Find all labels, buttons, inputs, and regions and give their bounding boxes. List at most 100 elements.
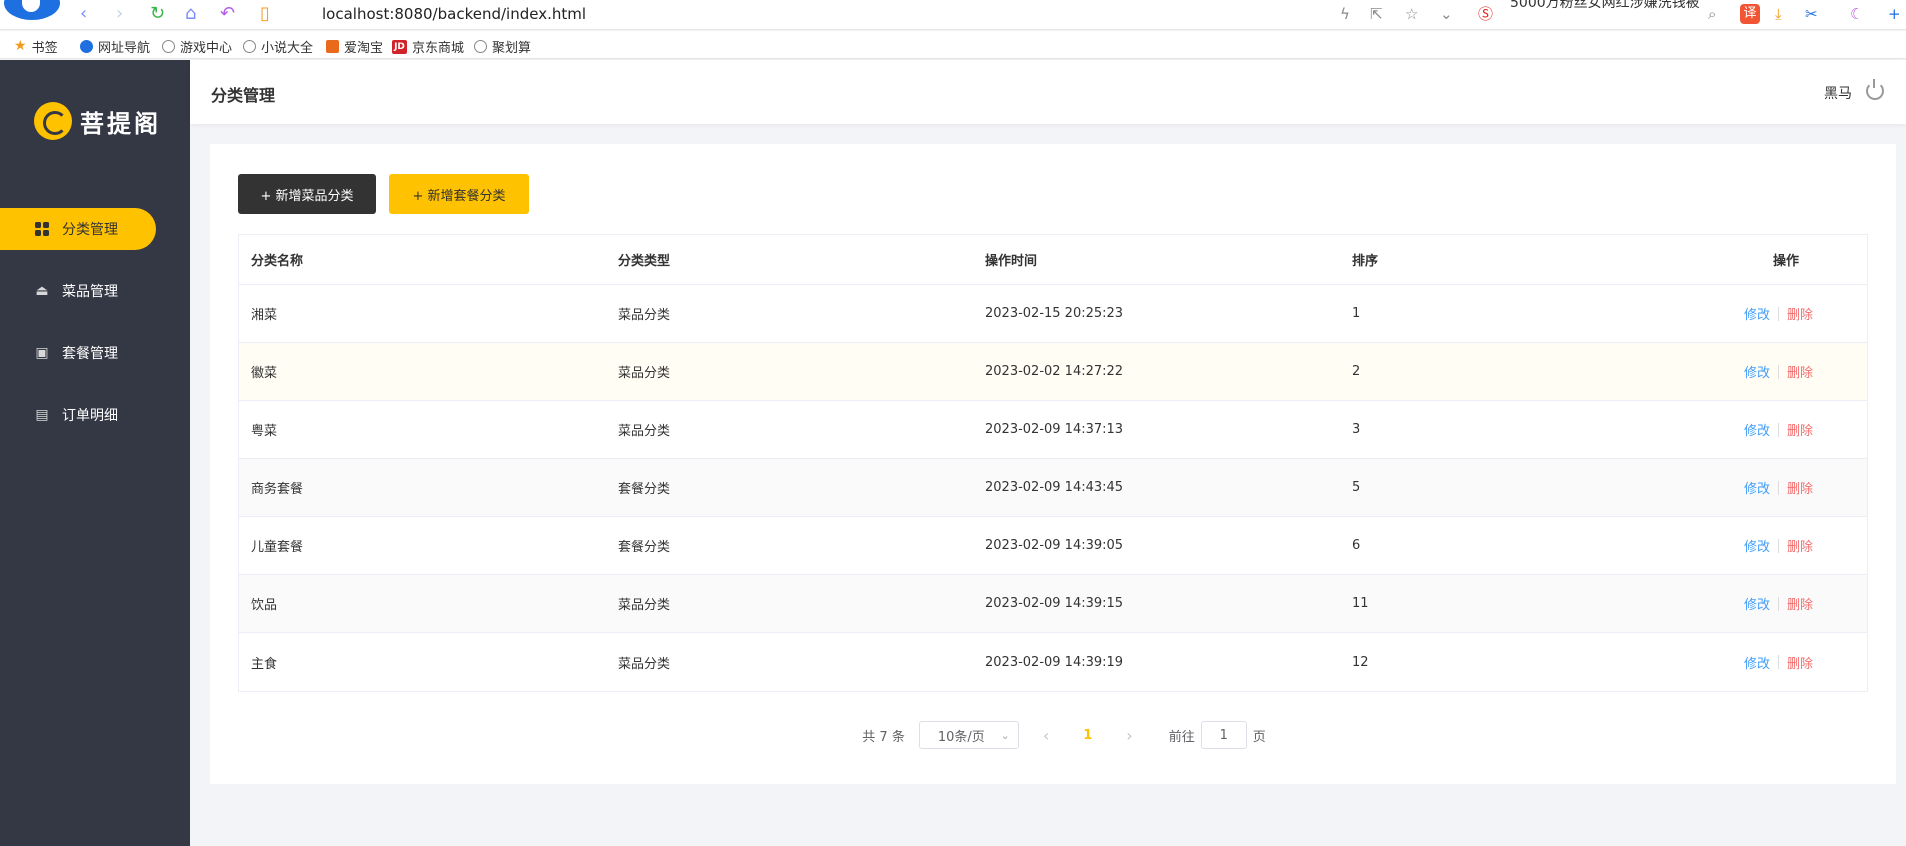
page-size-select[interactable]: 10条/页 ⌄ xyxy=(918,721,1019,749)
table-row: 粤菜 菜品分类 2023-02-09 14:37:13 3 修改 删除 xyxy=(239,401,1867,459)
undo-icon[interactable]: ↶ xyxy=(220,4,235,24)
sidebar-item-orders[interactable]: ▤ 订单明细 xyxy=(0,394,156,436)
refresh-icon[interactable]: ↻ xyxy=(150,4,165,24)
star-icon[interactable]: ☆ xyxy=(1405,5,1418,23)
category-table: 分类名称 分类类型 操作时间 排序 操作 湘菜菜品分类 2023-02-15 20… xyxy=(238,234,1868,692)
delete-link[interactable]: 删除 xyxy=(1787,536,1813,555)
add-dish-category-button[interactable]: + 新增菜品分类 xyxy=(238,174,376,214)
globe-icon xyxy=(474,40,487,53)
table-header: 分类名称 分类类型 操作时间 排序 操作 xyxy=(239,235,1867,285)
clipboard-icon: ▤ xyxy=(35,407,49,423)
globe-icon xyxy=(243,40,256,53)
cell-sort: 6 xyxy=(1352,538,1361,553)
back-icon[interactable]: ‹ xyxy=(80,4,87,24)
edit-link[interactable]: 修改 xyxy=(1744,478,1770,497)
page-number[interactable]: 1 xyxy=(1073,728,1102,743)
translate-icon[interactable]: 译 xyxy=(1740,4,1760,24)
divider xyxy=(1777,538,1779,553)
cell-actions: 修改 删除 xyxy=(1640,420,1867,439)
cell-name: 粤菜 xyxy=(251,424,278,439)
search-hint[interactable]: 5000万粉丝女网红涉嫌洗钱被 xyxy=(1510,0,1700,12)
cell-sort: 2 xyxy=(1352,364,1361,379)
bookmark-item[interactable]: ★ 书签 xyxy=(14,37,58,56)
cell-name: 饮品 xyxy=(251,598,278,613)
divider xyxy=(1777,422,1779,437)
plus-icon[interactable]: + xyxy=(1888,5,1901,23)
cell-name: 徽菜 xyxy=(251,366,278,381)
globe-icon xyxy=(162,40,175,53)
next-page-icon[interactable]: › xyxy=(1116,726,1142,745)
cell-actions: 修改 删除 xyxy=(1640,362,1867,381)
divider xyxy=(1777,596,1779,611)
cell-sort: 12 xyxy=(1352,654,1369,670)
cell-time: 2023-02-15 20:25:23 xyxy=(985,306,1124,321)
delete-link[interactable]: 删除 xyxy=(1787,304,1813,323)
reader-icon[interactable]: ▯ xyxy=(260,4,270,24)
jd-icon: JD xyxy=(392,39,407,54)
edit-link[interactable]: 修改 xyxy=(1744,304,1770,323)
app-header: 分类管理 黑马 xyxy=(190,60,1906,124)
user-name: 黑马 xyxy=(1824,86,1852,102)
cell-name: 湘菜 xyxy=(251,308,278,323)
scissors-icon[interactable]: ✂ xyxy=(1805,5,1818,23)
prev-page-icon[interactable]: ‹ xyxy=(1033,726,1059,745)
add-combo-category-button[interactable]: + 新增套餐分类 xyxy=(389,174,529,214)
bookmark-item[interactable]: JD 京东商城 xyxy=(392,37,464,56)
edit-link[interactable]: 修改 xyxy=(1744,536,1770,555)
page-title: 分类管理 xyxy=(211,86,276,105)
browser-logo-icon xyxy=(4,0,60,20)
edit-link[interactable]: 修改 xyxy=(1744,594,1770,613)
cell-actions: 修改 删除 xyxy=(1640,536,1867,555)
logo-icon xyxy=(34,102,72,140)
delete-link[interactable]: 删除 xyxy=(1787,362,1813,381)
edit-link[interactable]: 修改 xyxy=(1744,653,1770,672)
edit-link[interactable]: 修改 xyxy=(1744,420,1770,439)
delete-link[interactable]: 删除 xyxy=(1787,420,1813,439)
cell-type: 菜品分类 xyxy=(618,656,671,672)
lightning-icon[interactable]: ϟ xyxy=(1340,5,1350,23)
sidebar-item-category[interactable]: 分类管理 xyxy=(0,208,156,250)
bookmark-item[interactable]: 小说大全 xyxy=(243,37,313,56)
divider xyxy=(1777,306,1779,321)
logo-text: 菩提阁 xyxy=(80,109,161,138)
bookmark-item[interactable]: 爱淘宝 xyxy=(326,37,383,56)
cell-name: 商务套餐 xyxy=(251,482,304,497)
cell-time: 2023-02-09 14:39:15 xyxy=(985,596,1124,611)
edit-link[interactable]: 修改 xyxy=(1744,362,1770,381)
cell-sort: 1 xyxy=(1352,306,1361,321)
search-icon[interactable]: ⌕ xyxy=(1708,5,1716,23)
cell-sort: 5 xyxy=(1352,480,1361,495)
cell-time: 2023-02-09 14:43:45 xyxy=(985,480,1124,495)
share-icon[interactable]: ⇱ xyxy=(1370,5,1383,23)
content-card: + 新增菜品分类 + 新增套餐分类 分类名称 分类类型 操作时间 排序 操作 湘… xyxy=(210,144,1896,784)
moon-icon[interactable]: ☾ xyxy=(1850,5,1863,23)
address-bar[interactable]: localhost:8080/backend/index.html xyxy=(322,5,586,23)
cell-actions: 修改 删除 xyxy=(1640,653,1867,672)
chevron-down-icon[interactable]: ⌄ xyxy=(1440,5,1453,23)
home-icon[interactable]: ⌂ xyxy=(185,4,196,24)
cell-time: 2023-02-09 14:37:13 xyxy=(985,422,1124,437)
delete-link[interactable]: 删除 xyxy=(1787,594,1813,613)
goto-page-input[interactable] xyxy=(1200,721,1247,749)
bookmark-item[interactable]: 网址导航 xyxy=(80,37,150,56)
delete-link[interactable]: 删除 xyxy=(1787,478,1813,497)
bookmarks-bar: ★ 书签 网址导航 游戏中心 小说大全 爱淘宝 JD 京东商城 聚划算 xyxy=(0,31,1906,59)
table-row: 主食 菜品分类 2023-02-09 14:39:19 12 修改 删除 xyxy=(239,633,1867,691)
bookmark-item[interactable]: 游戏中心 xyxy=(162,37,232,56)
sidebar-item-dish[interactable]: ⏏ 菜品管理 xyxy=(0,270,156,312)
sogou-search-icon[interactable]: Ⓢ xyxy=(1478,5,1493,23)
bookmark-item[interactable]: 聚划算 xyxy=(474,37,531,56)
delete-link[interactable]: 删除 xyxy=(1787,653,1813,672)
download-icon[interactable]: ⤓ xyxy=(1775,5,1782,23)
header-time: 操作时间 xyxy=(985,254,1038,269)
cell-type: 菜品分类 xyxy=(618,598,671,613)
forward-icon[interactable]: › xyxy=(116,4,123,24)
table-row: 饮品 菜品分类 2023-02-09 14:39:15 11 修改 删除 xyxy=(239,575,1867,633)
cell-type: 菜品分类 xyxy=(618,424,671,439)
pagination: 共 7 条 10条/页 ⌄ ‹ 1 › 前往 页 xyxy=(210,721,1896,749)
cell-type: 菜品分类 xyxy=(618,366,671,381)
cell-name: 儿童套餐 xyxy=(251,540,304,555)
power-icon[interactable] xyxy=(1866,79,1884,100)
header-sort: 排序 xyxy=(1352,254,1379,269)
sidebar-item-combo[interactable]: ▣ 套餐管理 xyxy=(0,332,156,374)
